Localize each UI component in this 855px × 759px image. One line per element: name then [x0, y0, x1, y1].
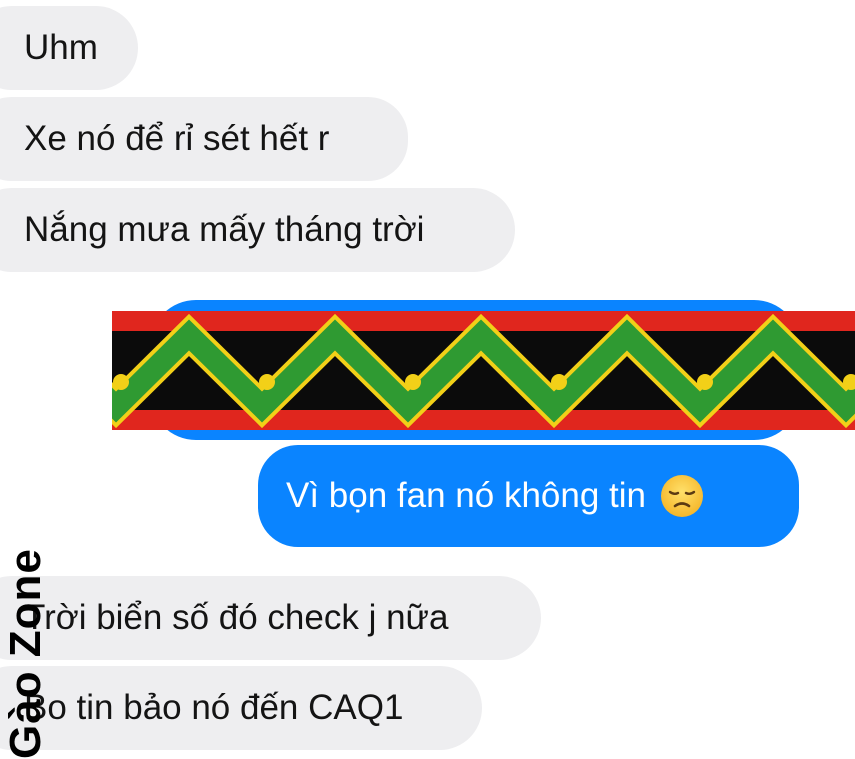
pattern-dot	[405, 374, 421, 390]
message-text: Bo tin bảo nó đến CAQ1	[24, 688, 404, 727]
message-bubble-outgoing[interactable]: Vì bọn fan nó không tin	[258, 445, 799, 547]
disappointed-face-icon	[661, 475, 703, 517]
pattern-dot	[551, 374, 567, 390]
message-text: Xe nó để rỉ sét hết r	[24, 119, 330, 158]
message-bubble-incoming[interactable]: Uhm	[0, 6, 138, 90]
message-text: Vì bọn fan nó không tin	[286, 476, 646, 515]
message-bubble-incoming[interactable]: Trời biển số đó check j nữa	[0, 576, 541, 660]
message-text: Uhm	[24, 28, 98, 67]
message-text: Nắng mưa mấy tháng trời	[24, 210, 425, 249]
message-bubble-incoming[interactable]: Nắng mưa mấy tháng trời	[0, 188, 515, 272]
message-text: Trời biển số đó check j nữa	[24, 598, 449, 637]
message-bubble-incoming[interactable]: Bo tin bảo nó đến CAQ1	[0, 666, 482, 750]
pattern-dot	[113, 374, 129, 390]
message-bubble-incoming[interactable]: Xe nó để rỉ sét hết r	[0, 97, 408, 181]
brocade-pattern-sticker[interactable]	[112, 311, 855, 430]
pattern-dot	[259, 374, 275, 390]
watermark: Gào Zone	[1, 548, 50, 759]
pattern-dot	[697, 374, 713, 390]
